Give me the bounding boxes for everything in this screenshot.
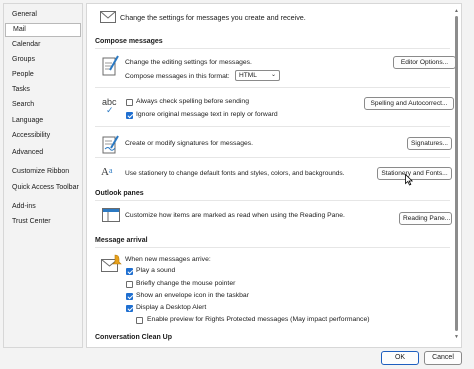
editor-options-button[interactable]: Editor Options... bbox=[393, 56, 456, 69]
envelope-icon-label: Show an envelope icon in the taskbar bbox=[136, 292, 249, 299]
section-divider bbox=[95, 247, 450, 248]
play-sound-label: Play a sound bbox=[136, 267, 176, 274]
section-divider bbox=[95, 200, 450, 201]
spell-check-label: Always check spelling before sending bbox=[136, 98, 249, 105]
new-mail-alert-icon bbox=[101, 254, 122, 272]
editing-settings-text: Change the editing settings for messages… bbox=[125, 59, 252, 66]
desktop-alert-label: Display a Desktop Alert bbox=[136, 304, 207, 311]
sidebar-item-add-ins[interactable]: Add-ins bbox=[5, 200, 81, 214]
chevron-down-icon: ⌄ bbox=[270, 72, 276, 78]
sidebar-item-mail[interactable]: Mail bbox=[5, 23, 81, 37]
sidebar-item-language[interactable]: Language bbox=[5, 114, 81, 128]
stationery-fonts-button[interactable]: Stationery and Fonts... bbox=[377, 167, 452, 180]
change-pointer-checkbox[interactable] bbox=[126, 281, 133, 288]
cancel-button[interactable]: Cancel bbox=[424, 351, 462, 365]
ignore-original-checkbox[interactable] bbox=[126, 112, 133, 119]
scroll-thumb[interactable] bbox=[455, 16, 458, 331]
section-title-message-arrival: Message arrival bbox=[95, 237, 148, 244]
when-new-messages-label: When new messages arrive: bbox=[125, 256, 211, 263]
compose-format-value: HTML bbox=[239, 72, 257, 79]
signatures-text: Create or modify signatures for messages… bbox=[125, 140, 254, 147]
signature-icon bbox=[102, 135, 119, 154]
compose-format-label: Compose messages in this format: bbox=[125, 73, 230, 80]
compose-format-select[interactable]: HTML ⌄ bbox=[235, 70, 280, 81]
scroll-up-icon[interactable]: ▲ bbox=[454, 8, 459, 14]
sidebar-item-search[interactable]: Search bbox=[5, 98, 81, 112]
spelling-check-icon: ✓ bbox=[106, 105, 114, 115]
spell-check-checkbox[interactable] bbox=[126, 99, 133, 106]
stationery-text: Use stationery to change default fonts a… bbox=[125, 170, 345, 177]
page-header-text: Change the settings for messages you cre… bbox=[120, 13, 306, 22]
options-sidebar: General Mail Calendar Groups People Task… bbox=[3, 3, 83, 348]
sidebar-item-quick-access-toolbar[interactable]: Quick Access Toolbar bbox=[5, 181, 81, 195]
envelope-icon-checkbox[interactable] bbox=[126, 293, 133, 300]
reading-pane-text: Customize how items are marked as read w… bbox=[125, 212, 345, 219]
signatures-button[interactable]: Signatures... bbox=[407, 137, 452, 150]
rights-protected-label: Enable preview for Rights Protected mess… bbox=[147, 316, 370, 323]
section-title-compose: Compose messages bbox=[95, 38, 163, 45]
sidebar-item-people[interactable]: People bbox=[5, 68, 81, 82]
edit-document-icon bbox=[102, 55, 119, 76]
play-sound-checkbox[interactable] bbox=[126, 268, 133, 275]
sidebar-item-groups[interactable]: Groups bbox=[5, 53, 81, 67]
section-divider bbox=[95, 48, 450, 49]
ok-button[interactable]: OK bbox=[381, 351, 419, 365]
mouse-cursor-icon bbox=[405, 174, 413, 186]
scroll-down-icon[interactable]: ▼ bbox=[454, 334, 459, 340]
sidebar-item-tasks[interactable]: Tasks bbox=[5, 83, 81, 97]
reading-pane-button[interactable]: Reading Pane... bbox=[399, 212, 452, 225]
section-title-outlook-panes: Outlook panes bbox=[95, 190, 144, 197]
reading-pane-icon bbox=[102, 208, 120, 222]
envelope-icon bbox=[100, 11, 116, 23]
sidebar-item-customize-ribbon[interactable]: Customize Ribbon bbox=[5, 165, 81, 179]
ignore-original-label: Ignore original message text in reply or… bbox=[136, 111, 278, 118]
mail-options-panel: Change the settings for messages you cre… bbox=[86, 3, 462, 348]
rights-protected-checkbox[interactable] bbox=[136, 317, 143, 324]
sidebar-item-advanced[interactable]: Advanced bbox=[5, 146, 81, 160]
spelling-autocorrect-button[interactable]: Spelling and Autocorrect... bbox=[364, 97, 454, 110]
section-divider bbox=[95, 126, 450, 127]
vertical-scrollbar[interactable]: ▲ ▼ bbox=[454, 8, 459, 340]
sidebar-item-general[interactable]: General bbox=[5, 8, 81, 22]
stationery-font-icon: Aa bbox=[101, 166, 113, 178]
sidebar-item-accessibility[interactable]: Accessibility bbox=[5, 129, 81, 143]
section-divider bbox=[95, 87, 450, 88]
change-pointer-label: Briefly change the mouse pointer bbox=[136, 280, 236, 287]
sidebar-item-calendar[interactable]: Calendar bbox=[5, 38, 81, 52]
section-divider bbox=[95, 157, 450, 158]
sidebar-item-trust-center[interactable]: Trust Center bbox=[5, 215, 81, 229]
section-title-conversation-cleanup: Conversation Clean Up bbox=[95, 334, 173, 341]
desktop-alert-checkbox[interactable] bbox=[126, 305, 133, 312]
